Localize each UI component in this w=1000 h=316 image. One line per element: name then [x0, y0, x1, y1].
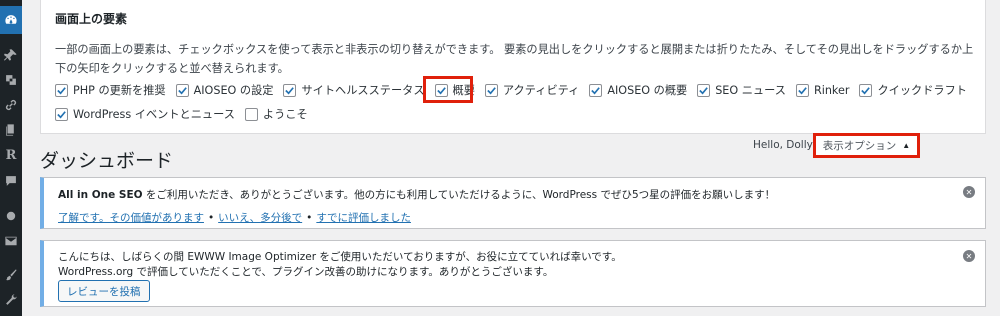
link-separator: • — [306, 212, 313, 224]
screen-options-heading: 画面上の要素 — [55, 12, 128, 26]
option-label: サイトヘルスステータス — [301, 84, 425, 97]
dismiss-icon[interactable]: ✕ — [963, 250, 975, 262]
post-review-button[interactable]: レビューを投稿 — [58, 280, 150, 302]
already-rated-link[interactable]: すでに評価しました — [316, 212, 411, 224]
aioseo-review-notice: All in One SEO をご利用いただき、ありがとうございます。他の方にも… — [40, 177, 986, 229]
option-label: クイックドラフト — [877, 84, 967, 97]
option-label: AIOSEO の概要 — [607, 84, 688, 97]
media-icon[interactable] — [2, 71, 20, 89]
checkbox[interactable] — [484, 83, 498, 97]
checkbox[interactable] — [55, 83, 68, 97]
highlight-box — [423, 76, 473, 103]
screen-options-toggle[interactable]: 表示オプション ▲ — [813, 133, 920, 158]
option-rinker[interactable]: Rinker — [795, 83, 850, 97]
dashboard-icon[interactable] — [0, 6, 22, 34]
screen-options-description: 一部の画面上の要素は、チェックボックスを使って表示と非表示の切り替えができます。… — [55, 43, 974, 75]
option-welcome[interactable]: ようこそ — [244, 106, 308, 122]
triangle-up-icon: ▲ — [902, 141, 911, 150]
link-icon[interactable] — [2, 96, 20, 114]
pages-icon[interactable] — [2, 121, 20, 139]
option-label: AIOSEO の設定 — [193, 84, 274, 97]
circle-icon[interactable] — [2, 207, 20, 225]
checkbox[interactable] — [244, 107, 258, 121]
option-label: PHP の更新を推奨 — [73, 84, 166, 97]
option-seo-news[interactable]: SEO ニュース — [697, 82, 786, 98]
notice-plugin-name: All in One SEO — [58, 189, 143, 201]
option-events-news[interactable]: WordPress イベントとニュース — [55, 106, 235, 122]
checkbox[interactable] — [589, 83, 603, 97]
ewww-review-notice: こんにちは、しばらくの間 EWWW Image Optimizer をご使用いた… — [40, 240, 986, 307]
checkbox[interactable] — [859, 83, 873, 97]
checkbox-row-2: WordPress イベントとニュース ようこそ — [55, 106, 318, 122]
screen-options-label: 表示オプション — [822, 140, 897, 152]
option-aioseo-overview[interactable]: AIOSEO の概要 — [589, 82, 687, 98]
checkbox[interactable] — [175, 83, 189, 97]
rinker-icon[interactable]: R — [2, 146, 20, 164]
option-quick-draft[interactable]: クイックドラフト — [859, 82, 967, 98]
checkbox[interactable] — [283, 83, 297, 97]
maybe-later-link[interactable]: いいえ、多分後で — [218, 212, 302, 224]
admin-sidebar: R — [0, 0, 22, 316]
comments-icon[interactable] — [2, 172, 20, 190]
option-label: Rinker — [813, 83, 850, 97]
option-label: WordPress イベントとニュース — [73, 108, 235, 121]
checkbox[interactable] — [697, 83, 711, 97]
brush-icon[interactable] — [2, 266, 20, 284]
pin-icon[interactable] — [2, 46, 20, 64]
option-activity[interactable]: アクティビティ — [484, 82, 580, 98]
option-php-nag[interactable]: PHP の更新を推奨 — [55, 82, 166, 98]
notice-message: をご利用いただき、ありがとうございます。他の方にも利用していただけるように、Wo… — [142, 189, 776, 201]
option-label: SEO ニュース — [715, 84, 786, 97]
tools-icon[interactable] — [2, 291, 20, 309]
page-title: ダッシュボード — [40, 150, 174, 172]
notice-links: 了解です。その価値があります • いいえ、多分後で • すでに評価しました — [58, 210, 411, 225]
notice-text: All in One SEO をご利用いただき、ありがとうございます。他の方にも… — [58, 187, 775, 202]
link-separator: • — [207, 212, 215, 224]
option-site-health[interactable]: サイトヘルスステータス — [283, 82, 425, 98]
checkbox[interactable] — [55, 107, 68, 121]
screen-options-panel: 画面上の要素 一部の画面上の要素は、チェックボックスを使って表示と非表示の切り替… — [40, 0, 986, 134]
option-aioseo-settings[interactable]: AIOSEO の設定 — [175, 82, 274, 98]
notice-line-2: WordPress.org で評価していただくことで、プラグイン改善の助けになり… — [58, 266, 554, 278]
checkbox[interactable] — [795, 83, 809, 97]
mail-icon[interactable] — [2, 232, 20, 250]
option-label: ようこそ — [262, 108, 308, 121]
dismiss-icon[interactable]: ✕ — [963, 186, 975, 198]
notice-line-1: こんにちは、しばらくの間 EWWW Image Optimizer をご使用いた… — [58, 251, 622, 263]
rate-now-link[interactable]: 了解です。その価値があります — [58, 212, 204, 224]
option-label: アクティビティ — [502, 84, 580, 97]
hello-text: Hello, Dolly — [753, 139, 813, 151]
checkbox-row-1: PHP の更新を推奨 AIOSEO の設定 サイトヘルスステータス 概要 アクテ… — [55, 82, 977, 98]
